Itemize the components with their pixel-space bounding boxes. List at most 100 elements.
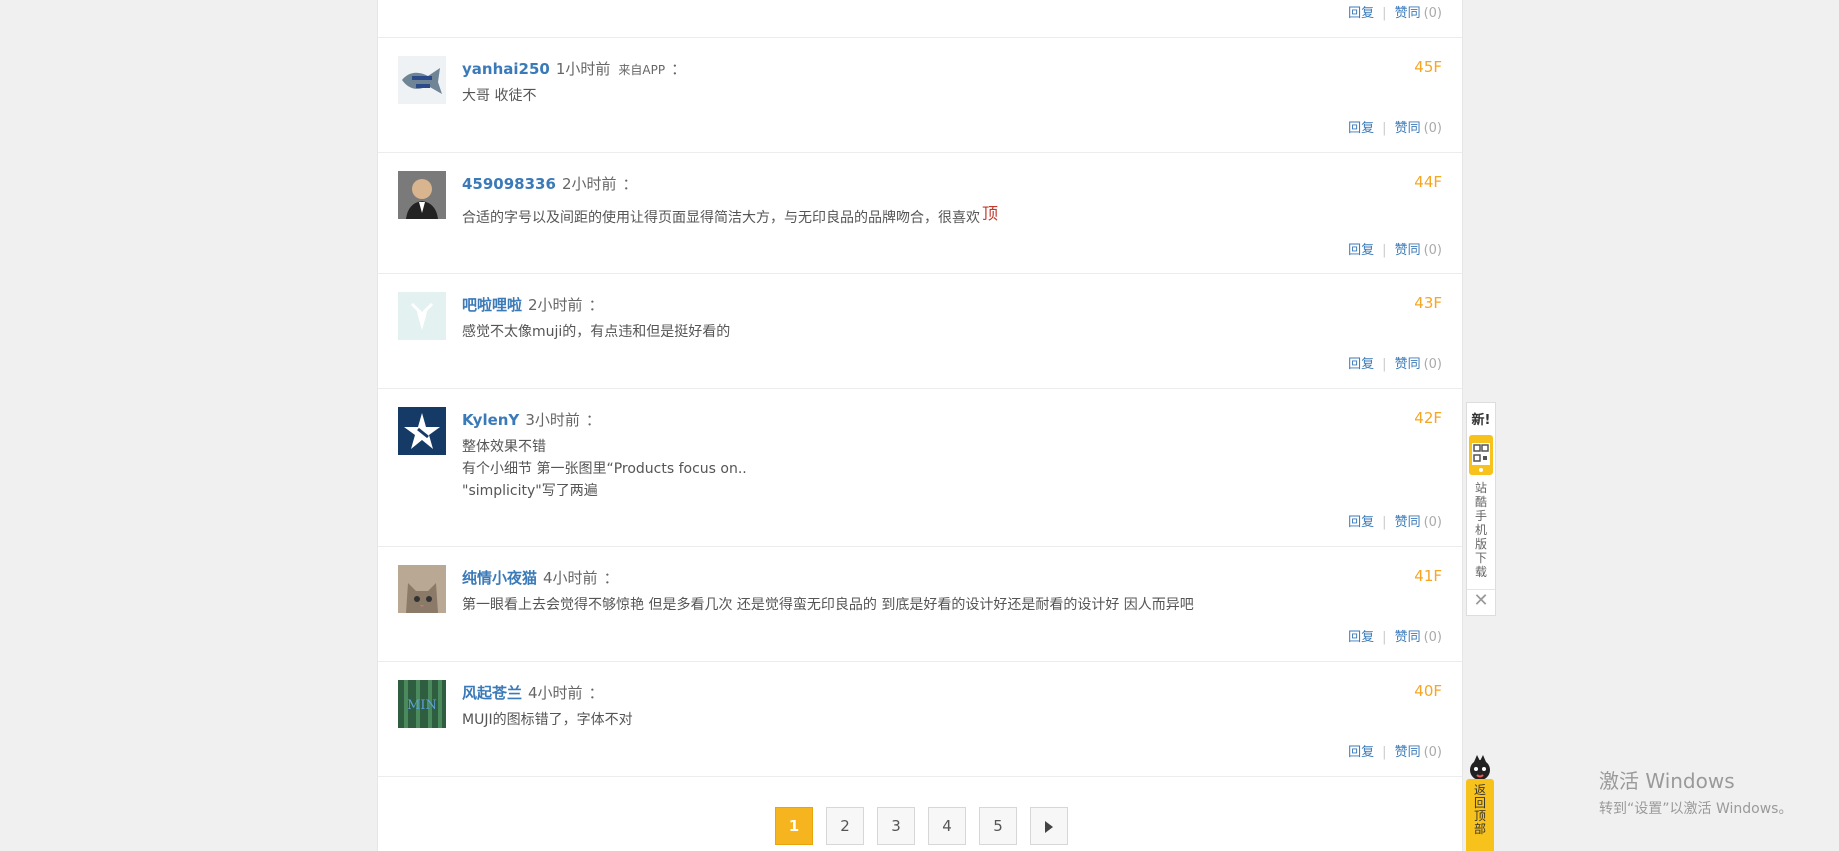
comment-text: 第一眼看上去会觉得不够惊艳 但是多看几次 还是觉得蛮无印良品的 到底是好看的设计… bbox=[462, 597, 1194, 613]
floor-number: 45F bbox=[1414, 58, 1442, 76]
colon: ： bbox=[671, 60, 687, 78]
reply-link[interactable]: 回复 bbox=[1348, 243, 1374, 258]
bamboo-photo-icon: MIN bbox=[398, 680, 446, 728]
avatar[interactable] bbox=[398, 56, 446, 104]
comment-item: 459098336 2小时前 ： 44F 合适的字号以及间距的使用让得页面显得简洁大… bbox=[378, 153, 1462, 274]
comment-line: 整体效果不错 bbox=[462, 439, 546, 455]
separator: | bbox=[1382, 121, 1387, 136]
comment-text: 感觉不太像muji的，有点违和但是挺好看的 bbox=[462, 324, 731, 340]
separator: | bbox=[1382, 630, 1387, 645]
via-app: 来自APP bbox=[618, 63, 666, 77]
comment-time: 4小时前 bbox=[543, 569, 598, 587]
separator: | bbox=[1382, 515, 1387, 530]
comment-meta: 纯情小夜猫 4小时前 ： bbox=[462, 567, 619, 588]
separator: | bbox=[1382, 357, 1387, 372]
reply-link[interactable]: 回复 bbox=[1348, 630, 1374, 645]
comment-meta: KylenY 3小时前 ： bbox=[462, 409, 601, 430]
like-link[interactable]: 赞同 bbox=[1395, 515, 1421, 530]
colon: ： bbox=[603, 569, 619, 587]
author-name[interactable]: 风起苍兰 bbox=[462, 684, 522, 702]
label-char: 载 bbox=[1474, 565, 1487, 579]
avatar[interactable]: MIN bbox=[398, 680, 446, 728]
comment-actions: 回复 | 赞同 (0) bbox=[1348, 117, 1442, 136]
back-to-top-button[interactable]: 返 回 顶 部 bbox=[1464, 752, 1496, 851]
avatar[interactable] bbox=[398, 292, 446, 340]
avatar[interactable] bbox=[398, 171, 446, 219]
author-name[interactable]: yanhai250 bbox=[462, 60, 550, 78]
author-name[interactable]: 吧啦哩啦 bbox=[462, 296, 522, 314]
author-name[interactable]: 纯情小夜猫 bbox=[462, 569, 537, 587]
comment-actions: 回复 | 赞同 (0) bbox=[1348, 2, 1442, 21]
comment-time: 4小时前 bbox=[528, 684, 583, 702]
label-char: 版 bbox=[1474, 537, 1487, 551]
reply-link[interactable]: 回复 bbox=[1348, 121, 1374, 136]
page-5-button[interactable]: 5 bbox=[979, 807, 1017, 845]
like-count: (0) bbox=[1423, 243, 1442, 258]
comment-meta: yanhai250 1小时前 来自APP ： bbox=[462, 58, 686, 79]
colon: ： bbox=[588, 684, 604, 702]
author-name[interactable]: KylenY bbox=[462, 411, 519, 429]
comment-item: yanhai250 1小时前 来自APP ： 45F 大哥 收徒不 回复 | 赞同 (0) bbox=[378, 38, 1462, 153]
separator: | bbox=[1382, 745, 1387, 760]
comment-actions: 回复 | 赞同 (0) bbox=[1348, 626, 1442, 645]
reply-link[interactable]: 回复 bbox=[1348, 745, 1374, 760]
new-badge: 新! bbox=[1471, 413, 1491, 428]
like-link[interactable]: 赞同 bbox=[1395, 357, 1421, 372]
page-4-button[interactable]: 4 bbox=[928, 807, 966, 845]
man-photo-icon bbox=[398, 171, 446, 219]
activation-subtitle: 转到“设置”以激活 Windows。 bbox=[1599, 801, 1793, 817]
page-1-button[interactable]: 1 bbox=[775, 807, 813, 845]
mobile-download-label: 站 酷 手 机 版 下 载 bbox=[1467, 481, 1495, 579]
floor-number: 44F bbox=[1414, 173, 1442, 191]
comment-item: KylenY 3小时前 ： 42F 整体效果不错 有个小细节 第一张图里“Produ… bbox=[378, 389, 1462, 547]
reply-link[interactable]: 回复 bbox=[1348, 357, 1374, 372]
label-char: 机 bbox=[1474, 523, 1487, 537]
like-link[interactable]: 赞同 bbox=[1395, 6, 1421, 21]
comment-item: 纯情小夜猫 4小时前 ： 41F 第一眼看上去会觉得不够惊艳 但是多看几次 还是觉得… bbox=[378, 547, 1462, 662]
comments-panel: 回复 | 赞同 (0) yanhai250 1小时前 来自APP： 45F 大哥 收徒不 … bbox=[377, 0, 1463, 851]
comment-line: 有个小细节 第一张图里“Products focus on.. bbox=[462, 461, 747, 477]
phone-qr-icon bbox=[1469, 435, 1493, 475]
comment-time: 2小时前 bbox=[528, 296, 583, 314]
comment-time: 2小时前 bbox=[561, 175, 617, 193]
label-char: 下 bbox=[1474, 551, 1487, 565]
next-page-button[interactable] bbox=[1030, 807, 1068, 845]
like-link[interactable]: 赞同 bbox=[1395, 630, 1421, 645]
tie-icon bbox=[398, 292, 446, 340]
comment-text: 大哥 收徒不 bbox=[462, 88, 537, 104]
like-link[interactable]: 赞同 bbox=[1395, 121, 1421, 136]
author-name[interactable]: 459098336 bbox=[462, 175, 556, 193]
separator: | bbox=[1382, 243, 1387, 258]
floor-number: 40F bbox=[1414, 682, 1442, 700]
comment-text: 合适的字号以及间距的使用让得页面显得简洁大方，与无印良品的品牌吻合，很喜欢 bbox=[462, 210, 980, 226]
page-2-button[interactable]: 2 bbox=[826, 807, 864, 845]
colon: ： bbox=[622, 175, 638, 193]
comment-actions: 回复 | 赞同 (0) bbox=[1348, 741, 1442, 760]
comment-text: MUJI的图标错了，字体不对 bbox=[462, 712, 633, 728]
like-count: (0) bbox=[1423, 357, 1442, 372]
comment-actions: 回复 | 赞同 (0) bbox=[1348, 511, 1442, 530]
cat-photo-icon bbox=[398, 565, 446, 613]
like-link[interactable]: 赞同 bbox=[1395, 745, 1421, 760]
qr-code-icon bbox=[1472, 443, 1490, 472]
floor-number: 42F bbox=[1414, 409, 1442, 427]
avatar[interactable] bbox=[398, 407, 446, 455]
windows-activation-watermark: 激活 Windows 转到“设置”以激活 Windows。 bbox=[1599, 765, 1792, 818]
comment-text: 整体效果不错 有个小细节 第一张图里“Products focus on.. "… bbox=[462, 436, 747, 502]
ding-emoji: 顶 bbox=[982, 204, 999, 223]
like-link[interactable]: 赞同 bbox=[1395, 243, 1421, 258]
label-char: 酷 bbox=[1474, 495, 1487, 509]
floor-number: 41F bbox=[1414, 567, 1442, 585]
page-3-button[interactable]: 3 bbox=[877, 807, 915, 845]
like-count: (0) bbox=[1423, 745, 1442, 760]
mobile-app-widget[interactable]: 新! 站 酷 手 机 版 下 载 ✕ bbox=[1466, 402, 1496, 616]
reply-link[interactable]: 回复 bbox=[1348, 6, 1374, 21]
avatar[interactable] bbox=[398, 565, 446, 613]
floor-number: 43F bbox=[1414, 294, 1442, 312]
previous-comment-actions: 回复 | 赞同 (0) bbox=[378, 0, 1462, 38]
close-icon[interactable]: ✕ bbox=[1467, 589, 1495, 612]
avatar-text: MIN bbox=[407, 698, 437, 713]
comment-line: "simplicity"写了两遍 bbox=[462, 483, 598, 499]
reply-link[interactable]: 回复 bbox=[1348, 515, 1374, 530]
like-count: (0) bbox=[1423, 630, 1442, 645]
